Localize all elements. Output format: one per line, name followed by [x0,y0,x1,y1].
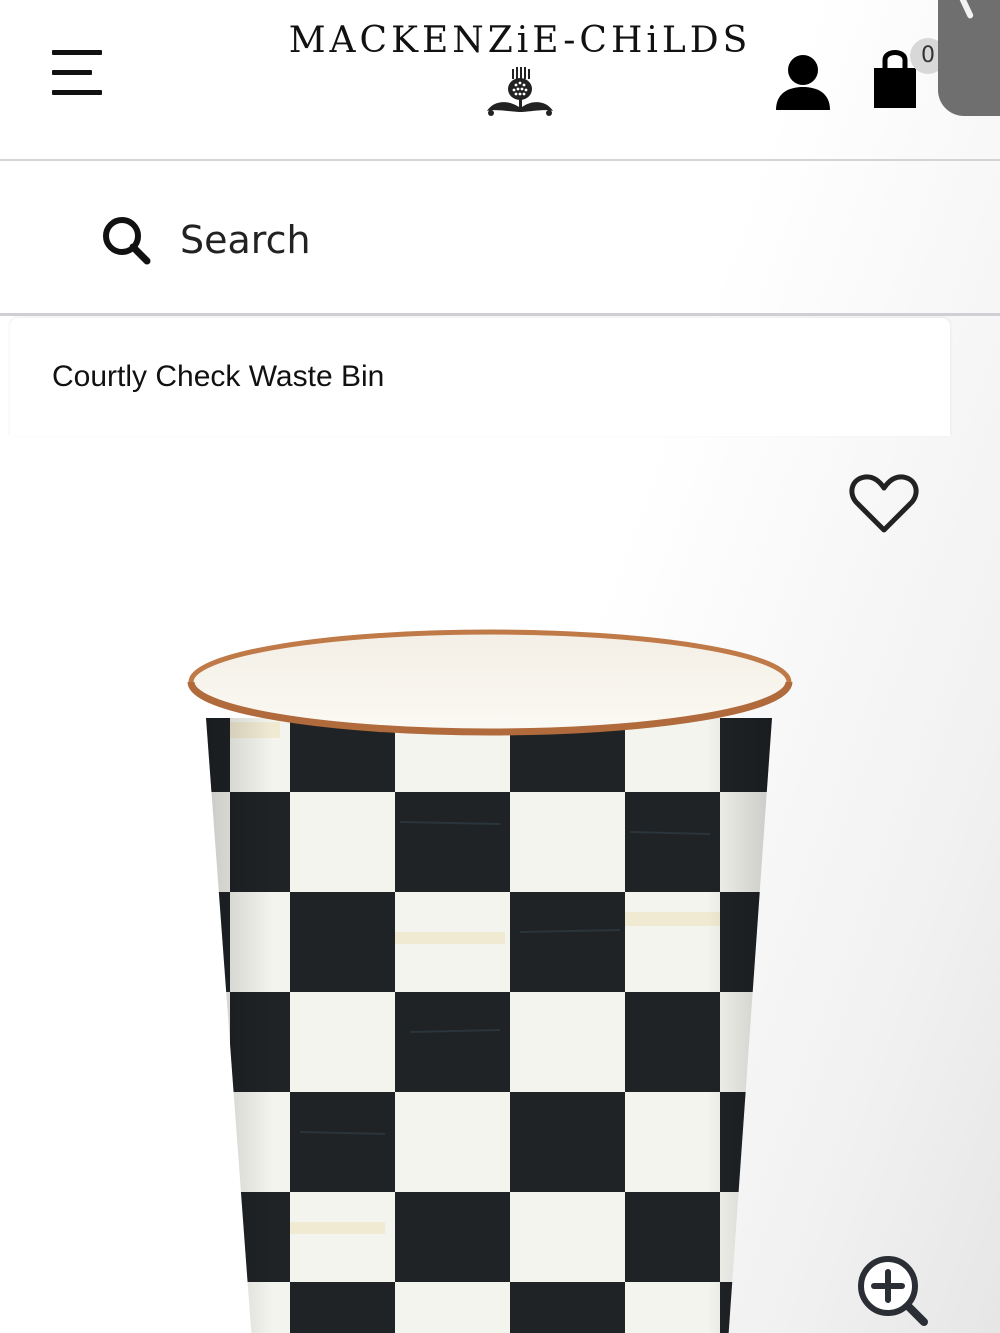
product-title-card: Courtly Check Waste Bin [10,318,950,436]
product-page: MACKENZiE-CHiLDS 0 Search Courtly Check … [0,0,1000,1333]
wishlist-heart-icon[interactable] [848,472,920,536]
menu-line [52,90,102,95]
brand-logo[interactable]: MACKENZiE-CHiLDS [270,20,770,119]
product-image[interactable] [180,532,800,1333]
header-divider [0,159,1000,161]
zoom-in-icon[interactable] [856,1254,930,1328]
search-bar[interactable]: Search [0,162,1000,314]
menu-line [52,50,102,55]
site-header: MACKENZiE-CHiLDS 0 [0,0,1000,160]
menu-button[interactable] [52,48,104,98]
person-icon [776,55,830,110]
search-divider [0,313,1000,316]
search-label: Search [180,218,311,262]
overlay-mark [951,0,975,20]
product-title: Courtly Check Waste Bin [52,360,385,393]
account-button[interactable] [772,52,834,112]
menu-line [52,70,92,75]
product-image-area [0,436,1000,1333]
cart-button[interactable]: 0 [866,38,946,112]
search-icon [103,217,151,265]
thistle-icon [487,67,553,116]
brand-name: MACKENZiE-CHiLDS [288,20,752,61]
overlay-tab [938,0,1000,116]
